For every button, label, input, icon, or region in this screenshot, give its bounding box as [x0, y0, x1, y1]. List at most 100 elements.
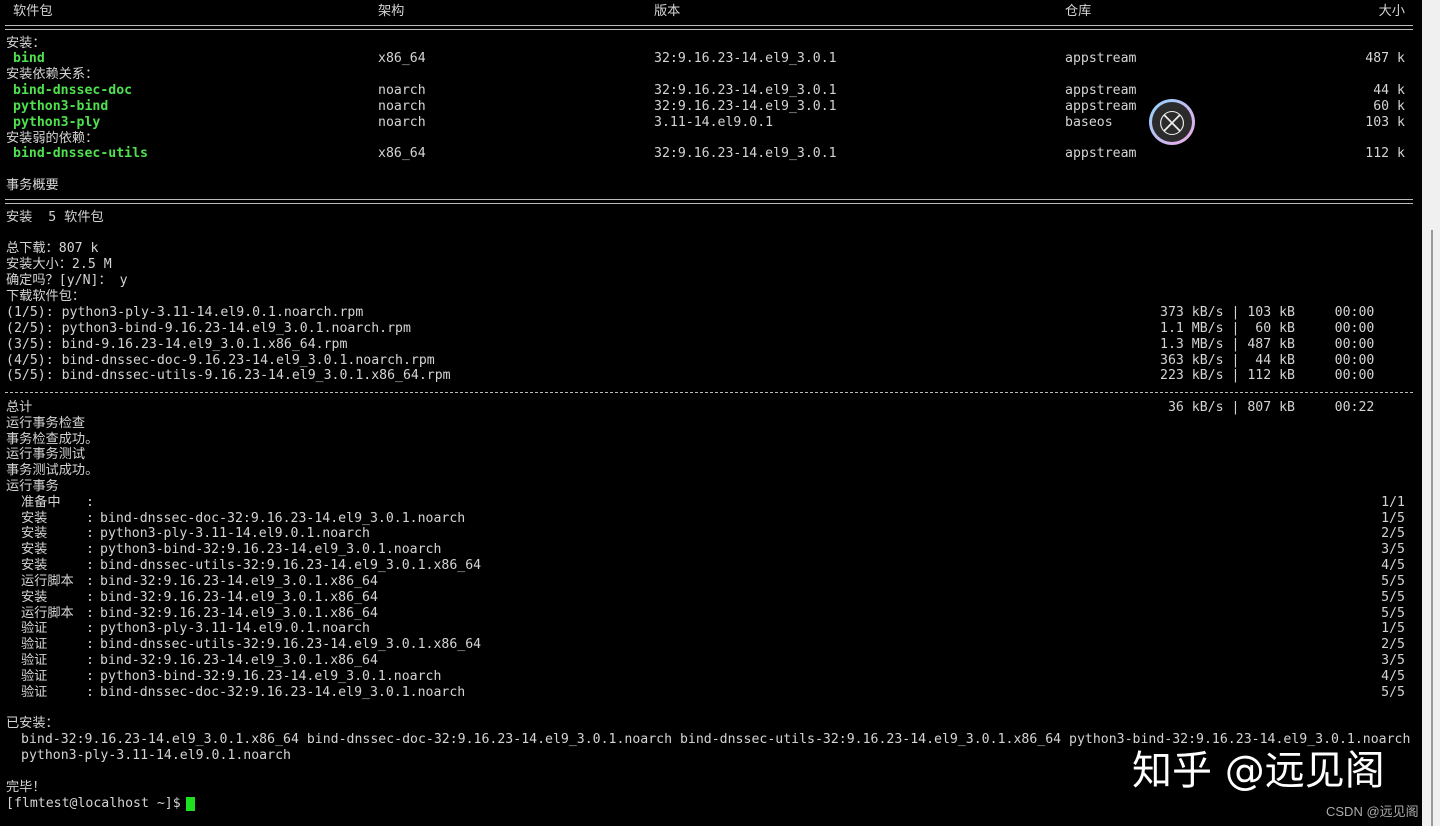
scrollbar-thumb[interactable]: [1431, 230, 1433, 826]
step-package: python3-ply-3.11-14.el9.0.1.noarch: [100, 621, 370, 637]
col-header-arch: 架构: [378, 4, 404, 20]
scrollbar[interactable]: [1422, 0, 1440, 826]
package-size: 487 k: [1365, 51, 1405, 67]
package-repo: appstream: [1065, 51, 1136, 67]
total-stats: 36 kB/s | 807 kB 00:22: [1160, 400, 1374, 416]
shell-prompt: [flmtest@localhost ~]$: [6, 796, 189, 812]
step-progress: 2/5: [1381, 637, 1405, 653]
installed-list: python3-ply-3.11-14.el9.0.1.noarch: [21, 748, 291, 764]
separator: [5, 199, 1413, 204]
step-progress: 4/5: [1381, 669, 1405, 685]
step-progress: 1/5: [1381, 621, 1405, 637]
check-line: 事务检查成功。: [6, 432, 98, 448]
step-progress: 1/1: [1381, 495, 1405, 511]
package-arch: noarch: [378, 99, 426, 115]
step-progress: 5/5: [1381, 574, 1405, 590]
package-repo: appstream: [1065, 99, 1136, 115]
step-progress: 3/5: [1381, 542, 1405, 558]
install-size: 安装大小：2.5 M: [6, 257, 112, 273]
floating-assistant-button[interactable]: ⛒: [1149, 99, 1195, 145]
package-size: 112 k: [1365, 146, 1405, 162]
group-install: 安装：: [6, 36, 46, 52]
step-colon: :: [86, 606, 94, 622]
step-label: 验证: [21, 669, 47, 685]
col-header-version: 版本: [654, 4, 680, 20]
package-repo: appstream: [1065, 146, 1136, 162]
package-arch: noarch: [378, 83, 426, 99]
package-size: 103 k: [1365, 115, 1405, 131]
package-arch: x86_64: [378, 146, 426, 162]
col-header-package: 软件包: [13, 4, 53, 20]
package-arch: x86_64: [378, 51, 426, 67]
download-file: (2/5): python3-bind-9.16.23-14.el9_3.0.1…: [6, 321, 411, 337]
download-stats: 363 kB/s | 44 kB 00:00: [1160, 353, 1374, 369]
check-line: 运行事务测试: [6, 447, 85, 463]
step-package: bind-dnssec-doc-32:9.16.23-14.el9_3.0.1.…: [100, 511, 465, 527]
installed-title: 已安装：: [6, 716, 59, 732]
download-file: (5/5): bind-dnssec-utils-9.16.23-14.el9_…: [6, 368, 451, 384]
step-package: bind-32:9.16.23-14.el9_3.0.1.x86_64: [100, 574, 378, 590]
step-colon: :: [86, 590, 94, 606]
step-package: python3-ply-3.11-14.el9.0.1.noarch: [100, 526, 370, 542]
text-cursor: [186, 797, 195, 811]
separator: [5, 25, 1413, 30]
assistant-icon: ⛒: [1152, 102, 1192, 142]
step-colon: :: [86, 558, 94, 574]
check-line: 事务测试成功。: [6, 463, 98, 479]
step-label: 验证: [21, 637, 47, 653]
check-line: 运行事务检查: [6, 416, 85, 432]
step-label: 安装: [21, 511, 47, 527]
package-name: bind: [13, 51, 45, 67]
package-name: python3-bind: [13, 99, 108, 115]
download-stats: 1.1 MB/s | 60 kB 00:00: [1160, 321, 1374, 337]
done-message: 完毕！: [6, 780, 46, 796]
package-version: 32:9.16.23-14.el9_3.0.1: [654, 51, 837, 67]
package-repo: appstream: [1065, 83, 1136, 99]
step-label: 验证: [21, 685, 47, 701]
watermark-small: CSDN @远见阁: [1326, 801, 1419, 820]
step-colon: :: [86, 574, 94, 590]
step-label: 安装: [21, 542, 47, 558]
step-progress: 2/5: [1381, 526, 1405, 542]
package-size: 60 k: [1373, 99, 1405, 115]
package-repo: baseos: [1065, 115, 1113, 131]
package-name: python3-ply: [13, 115, 100, 131]
package-name: bind-dnssec-utils: [13, 146, 148, 162]
step-package: bind-32:9.16.23-14.el9_3.0.1.x86_64: [100, 606, 378, 622]
step-progress: 5/5: [1381, 590, 1405, 606]
download-stats: 223 kB/s | 112 kB 00:00: [1160, 368, 1374, 384]
separator: [5, 392, 1413, 393]
check-line: 运行事务: [6, 479, 59, 495]
step-colon: :: [86, 511, 94, 527]
group-weak-deps: 安装弱的依赖：: [6, 131, 98, 147]
package-name: bind-dnssec-doc: [13, 83, 132, 99]
package-version: 32:9.16.23-14.el9_3.0.1: [654, 83, 837, 99]
step-progress: 4/5: [1381, 558, 1405, 574]
step-label: 安装: [21, 526, 47, 542]
step-package: bind-dnssec-utils-32:9.16.23-14.el9_3.0.…: [100, 558, 481, 574]
total-label: 总计: [6, 400, 32, 416]
step-colon: :: [86, 542, 94, 558]
confirm-prompt: 确定吗？[y/N]： y: [6, 273, 128, 289]
step-label: 验证: [21, 621, 47, 637]
step-colon: :: [86, 526, 94, 542]
step-colon: :: [86, 653, 94, 669]
group-deps: 安装依赖关系：: [6, 67, 98, 83]
download-file: (3/5): bind-9.16.23-14.el9_3.0.1.x86_64.…: [6, 337, 347, 353]
package-version: 3.11-14.el9.0.1: [654, 115, 773, 131]
total-download: 总下载：807 k: [6, 241, 98, 257]
step-progress: 5/5: [1381, 606, 1405, 622]
download-file: (4/5): bind-dnssec-doc-9.16.23-14.el9_3.…: [6, 353, 435, 369]
step-progress: 1/5: [1381, 511, 1405, 527]
summary-title: 事务概要: [6, 178, 59, 194]
package-arch: noarch: [378, 115, 426, 131]
step-package: bind-32:9.16.23-14.el9_3.0.1.x86_64: [100, 653, 378, 669]
download-file: (1/5): python3-ply-3.11-14.el9.0.1.noarc…: [6, 305, 363, 321]
step-package: bind-32:9.16.23-14.el9_3.0.1.x86_64: [100, 590, 378, 606]
downloading-label: 下载软件包：: [6, 289, 85, 305]
step-label: 安装: [21, 558, 47, 574]
watermark: 知乎 @远见阁: [1132, 738, 1385, 796]
download-stats: 373 kB/s | 103 kB 00:00: [1160, 305, 1374, 321]
step-label: 运行脚本: [21, 574, 74, 590]
package-version: 32:9.16.23-14.el9_3.0.1: [654, 99, 837, 115]
